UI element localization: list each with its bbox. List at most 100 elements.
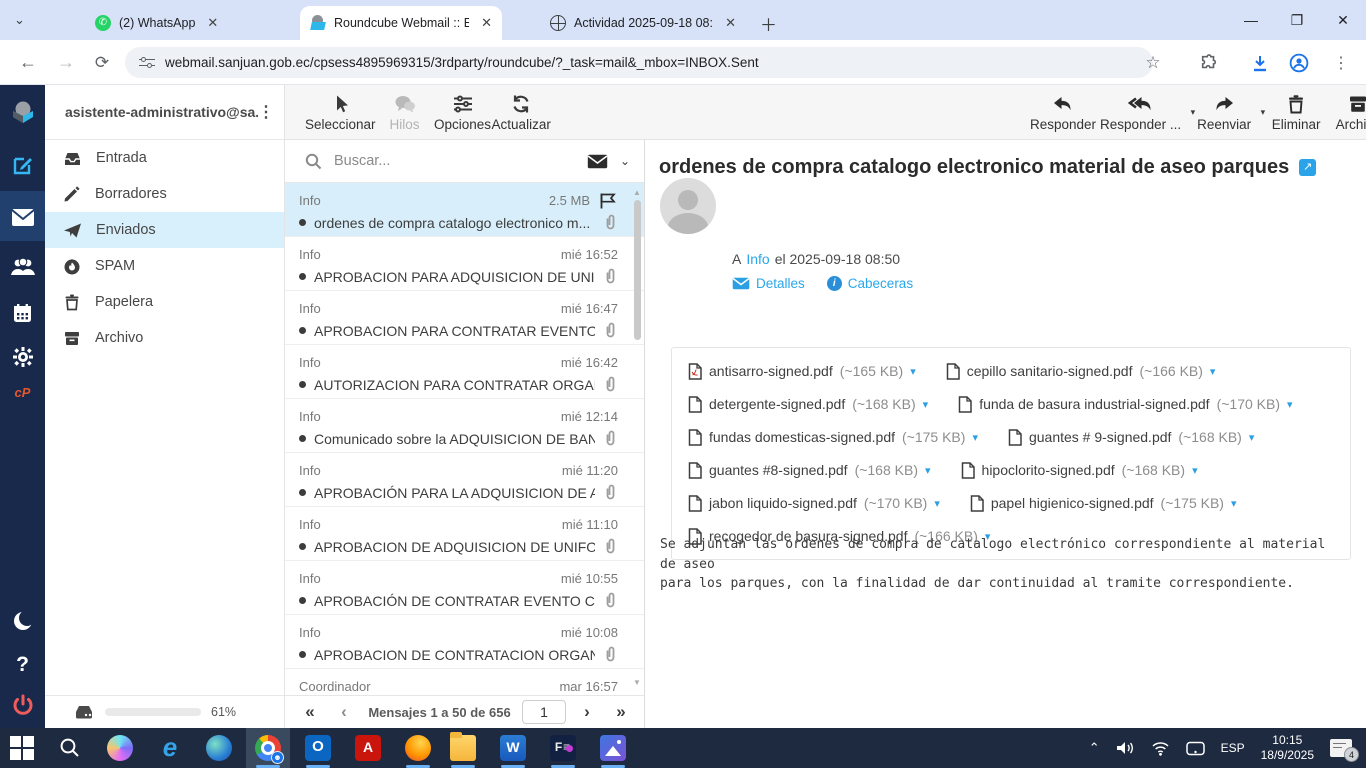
cpanel-icon[interactable]: cP <box>0 377 45 407</box>
page-input[interactable]: 1 <box>522 700 566 724</box>
volume-icon[interactable] <box>1116 740 1135 756</box>
clock[interactable]: 10:15 18/9/2025 <box>1261 733 1314 763</box>
tab-roundcube[interactable]: Roundcube Webmail :: Enviados ✕ <box>300 6 502 40</box>
reply-all-caret-icon[interactable]: ▾ <box>1191 107 1196 118</box>
next-page-button[interactable]: › <box>574 702 600 722</box>
settings-gear-icon[interactable] <box>0 337 45 377</box>
taskbar-fs-app-button[interactable] <box>541 728 585 768</box>
tab-search-chevron-icon[interactable]: ⌄ <box>14 12 25 28</box>
attachment-menu-icon[interactable]: ▾ <box>1249 431 1255 444</box>
new-tab-button[interactable]: ＋ <box>760 11 777 36</box>
archive-button[interactable]: Archivo <box>1329 85 1366 140</box>
list-scrollbar[interactable]: ▲ ▼ <box>632 186 642 696</box>
message-row[interactable]: Infomié 16:52 APROBACION PARA ADQUISICIO… <box>285 237 644 291</box>
search-options-chevron-icon[interactable]: ⌄ <box>620 154 630 168</box>
attachment-item[interactable]: jabon liquido-signed.pdf(~170 KB)▾ <box>688 493 940 513</box>
logout-power-icon[interactable] <box>0 687 45 723</box>
sidebar-item-papelera[interactable]: Papelera <box>45 284 284 320</box>
restore-button[interactable]: ❐ <box>1274 0 1320 40</box>
taskbar-search-button[interactable] <box>48 728 92 768</box>
search-bar[interactable]: Buscar... ⌄ <box>285 140 644 183</box>
taskbar-copilot-button[interactable] <box>98 728 142 768</box>
notification-center-icon[interactable]: 4 <box>1330 739 1352 757</box>
taskbar-acrobat-button[interactable] <box>346 728 390 768</box>
message-row[interactable]: Infomié 16:42 AUTORIZACION PARA CONTRATA… <box>285 345 644 399</box>
taskbar-chrome-button[interactable]: ☻ <box>246 728 290 768</box>
sidebar-item-spam[interactable]: SPAM <box>45 248 284 284</box>
scroll-down-icon[interactable]: ▼ <box>632 678 642 687</box>
language-indicator[interactable]: ESP <box>1221 741 1245 755</box>
message-row[interactable]: Coordinadormar 16:57 <box>285 669 644 695</box>
profile-icon[interactable] <box>1282 40 1316 85</box>
bookmark-star-icon[interactable]: ☆ <box>1136 40 1170 85</box>
sidebar-item-entrada[interactable]: Entrada <box>45 140 284 176</box>
attachment-menu-icon[interactable]: ▾ <box>934 497 940 510</box>
threads-button[interactable]: Hilos <box>376 85 434 140</box>
attachment-item[interactable]: detergente-signed.pdf(~168 KB)▾ <box>688 394 928 414</box>
attachment-menu-icon[interactable]: ▾ <box>972 431 978 444</box>
attachment-menu-icon[interactable]: ▾ <box>1231 497 1237 510</box>
attachment-item[interactable]: hipoclorito-signed.pdf(~168 KB)▾ <box>961 460 1198 480</box>
reload-icon[interactable]: ⟳ <box>84 40 120 85</box>
attachment-item[interactable]: cepillo sanitario-signed.pdf(~166 KB)▾ <box>946 361 1216 381</box>
site-settings-icon[interactable] <box>139 57 155 69</box>
start-button[interactable] <box>0 728 44 768</box>
attachment-menu-icon[interactable]: ▾ <box>1210 365 1216 378</box>
reply-button[interactable]: Responder <box>1030 85 1096 140</box>
flag-icon[interactable] <box>598 192 618 210</box>
message-row[interactable]: Infomié 10:08 APROBACION DE CONTRATACION… <box>285 615 644 669</box>
delete-button[interactable]: Eliminar <box>1267 85 1325 140</box>
options-button[interactable]: Opciones <box>434 85 492 140</box>
tab-close-icon[interactable]: ✕ <box>207 15 218 31</box>
address-bar[interactable]: webmail.sanjuan.gob.ec/cpsess4895969315/… <box>125 47 1153 78</box>
sidebar-item-enviados[interactable]: Enviados <box>45 212 284 248</box>
select-button[interactable]: Seleccionar <box>305 85 376 140</box>
attachment-item[interactable]: antisarro-signed.pdf(~165 KB)▾ <box>688 361 916 381</box>
headers-toggle[interactable]: i Cabeceras <box>827 276 913 291</box>
taskbar-edge-button[interactable] <box>197 728 241 768</box>
attachment-item[interactable]: fundas domesticas-signed.pdf(~175 KB)▾ <box>688 427 978 447</box>
compose-icon[interactable] <box>0 145 45 185</box>
attachment-menu-icon[interactable]: ▾ <box>923 398 929 411</box>
help-icon[interactable]: ? <box>0 647 45 683</box>
taskbar-word-button[interactable] <box>491 728 535 768</box>
reply-all-button[interactable]: Responder ... ▾ <box>1100 85 1193 140</box>
message-row[interactable]: Infomié 11:20 APROBACIÓN PARA LA ADQUISI… <box>285 453 644 507</box>
dark-mode-moon-icon[interactable] <box>0 603 45 639</box>
forward-button[interactable]: Reenviar ▾ <box>1197 85 1263 140</box>
taskbar-photos-button[interactable] <box>591 728 635 768</box>
calendar-icon[interactable] <box>0 293 45 333</box>
sidebar-item-archivo[interactable]: Archivo <box>45 320 284 356</box>
wifi-icon[interactable] <box>1151 741 1170 756</box>
attachment-item[interactable]: guantes #8-signed.pdf(~168 KB)▾ <box>688 460 931 480</box>
taskbar-firefox-button[interactable] <box>396 728 440 768</box>
extensions-icon[interactable] <box>1192 40 1226 85</box>
forward-caret-icon[interactable]: ▾ <box>1261 107 1266 118</box>
sidebar-item-borradores[interactable]: Borradores <box>45 176 284 212</box>
close-button[interactable]: ✕ <box>1320 0 1366 40</box>
message-row[interactable]: Infomié 16:47 APROBACION PARA CONTRATAR … <box>285 291 644 345</box>
recipient-link[interactable]: Info <box>746 251 769 267</box>
tab-whatsapp[interactable]: ✆ (2) WhatsApp ✕ <box>85 6 271 40</box>
download-icon[interactable] <box>1242 40 1278 85</box>
open-in-new-window-icon[interactable]: ↗ <box>1299 159 1316 176</box>
browser-menu-icon[interactable]: ⋮ <box>1324 40 1358 85</box>
last-page-button[interactable]: » <box>608 702 634 722</box>
tab-close-icon[interactable]: ✕ <box>725 15 736 31</box>
meet-now-icon[interactable] <box>1186 741 1205 756</box>
message-row[interactable]: Infomié 11:10 APROBACION DE ADQUISICION … <box>285 507 644 561</box>
scrollbar-thumb[interactable] <box>634 200 641 340</box>
attachment-item[interactable]: funda de basura industrial-signed.pdf(~1… <box>958 394 1292 414</box>
attachment-menu-icon[interactable]: ▾ <box>910 365 916 378</box>
attachment-menu-icon[interactable]: ▾ <box>1192 464 1198 477</box>
minimize-button[interactable]: — <box>1228 0 1274 40</box>
search-scope-envelope-icon[interactable] <box>587 154 608 169</box>
forward-icon[interactable]: → <box>46 40 86 85</box>
tab-close-icon[interactable]: ✕ <box>481 15 492 31</box>
attachment-item[interactable]: papel higienico-signed.pdf(~175 KB)▾ <box>970 493 1237 513</box>
attachment-item[interactable]: guantes # 9-signed.pdf(~168 KB)▾ <box>1008 427 1254 447</box>
attachment-menu-icon[interactable]: ▾ <box>1287 398 1293 411</box>
message-row[interactable]: Infomié 12:14 Comunicado sobre la ADQUIS… <box>285 399 644 453</box>
message-row[interactable]: Infomié 10:55 APROBACIÓN DE CONTRATAR EV… <box>285 561 644 615</box>
account-header[interactable]: asistente-administrativo@sa... ⋮ <box>45 85 284 140</box>
